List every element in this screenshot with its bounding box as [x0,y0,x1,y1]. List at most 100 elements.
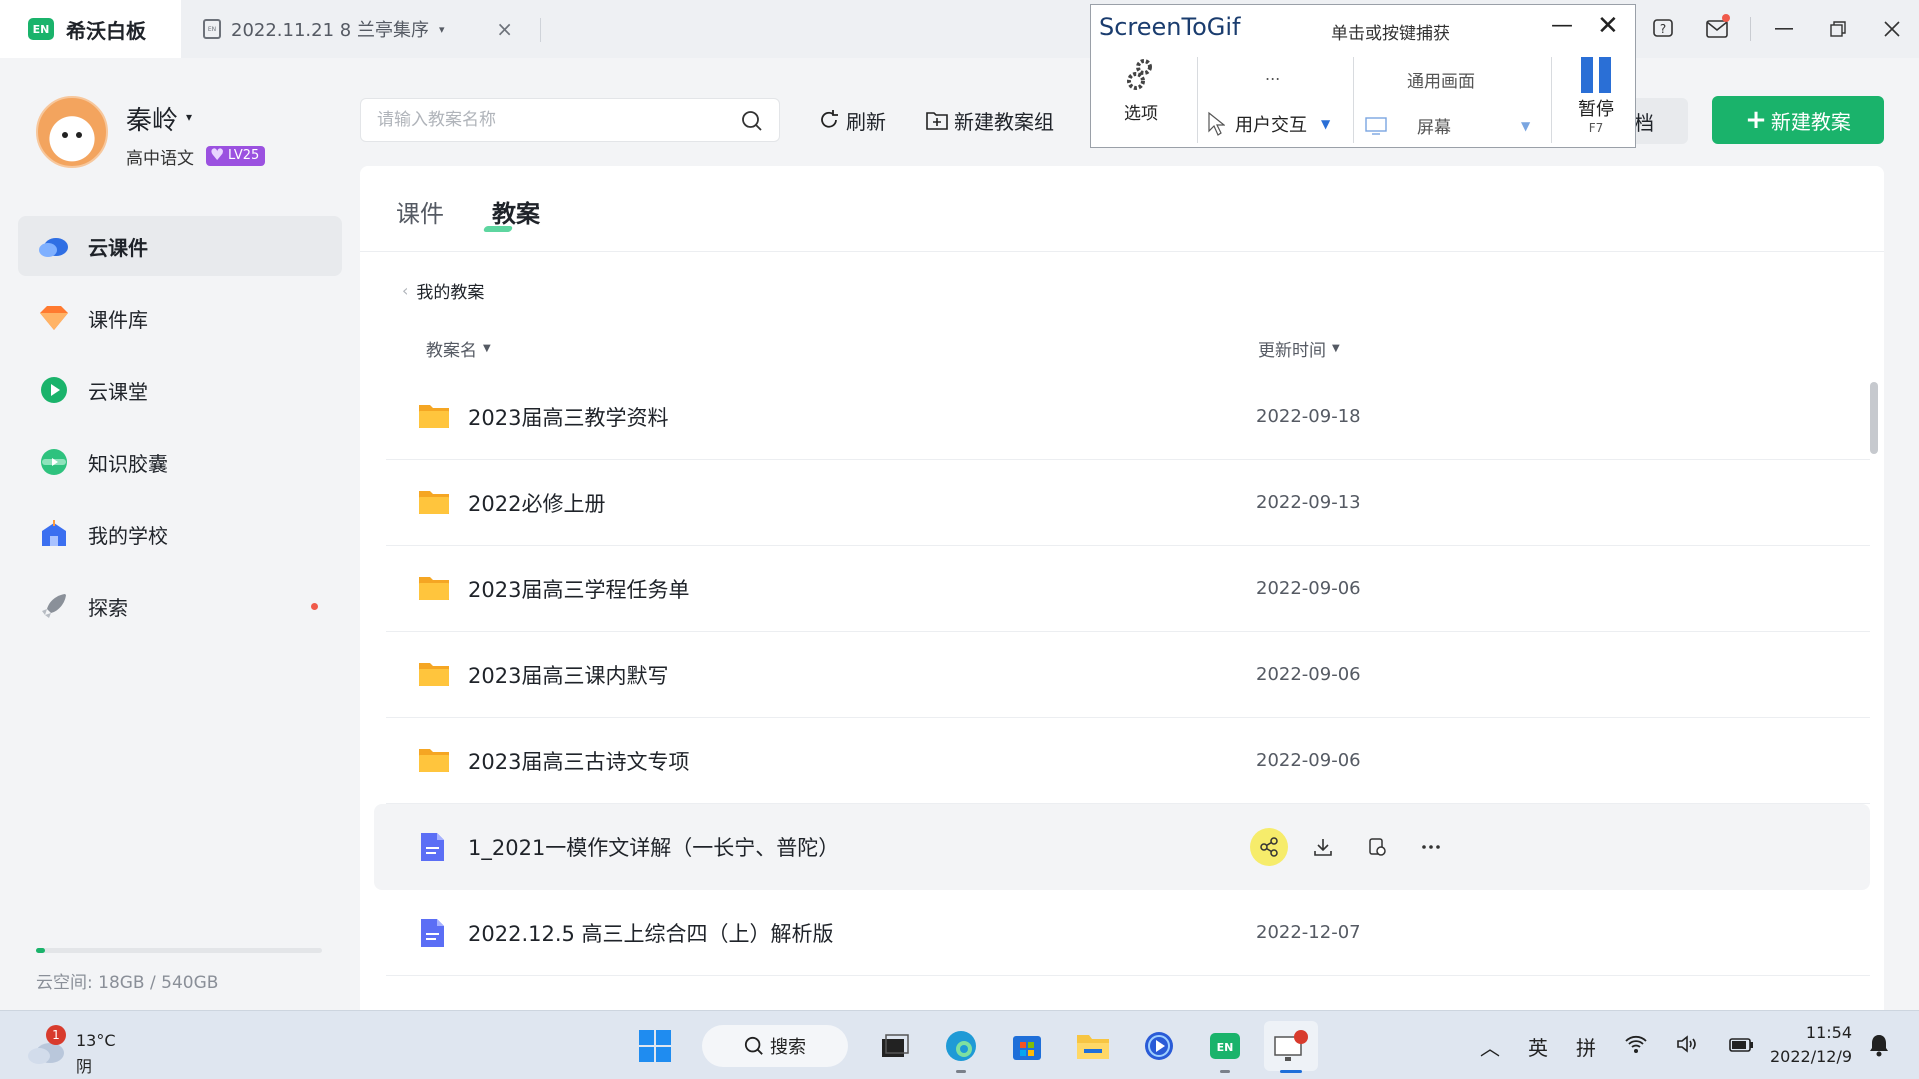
play-icon [1145,1032,1173,1060]
table-row[interactable]: 2023届高三教学资料 2022-09-18 [386,374,1870,460]
search-icon[interactable] [741,110,763,132]
sidebar-item-courseware-library[interactable]: 课件库 [18,288,342,348]
tab-lesson-plans[interactable]: 教案 [492,194,540,229]
scrollbar[interactable] [1870,382,1878,454]
screentogif-taskbar-button[interactable] [1264,1021,1318,1073]
caret-down-icon[interactable]: ▾ [439,23,445,36]
capture-area-select[interactable]: 屏幕 ▼ [1365,113,1530,138]
weather-badge: 1 [46,1025,66,1045]
row-name: 2023届高三学程任务单 [468,577,690,602]
task-view-icon [882,1034,909,1057]
start-button[interactable] [628,1021,682,1071]
copy-link-button[interactable] [1358,828,1396,866]
sidebar-item-my-school[interactable]: 我的学校 [18,504,342,564]
edge-browser-button[interactable] [934,1021,988,1073]
window-controls: ? [1636,0,1919,58]
caret-down-icon: ▼ [1332,343,1340,354]
table-row[interactable]: 1_2021一模作文详解（一长宁、普陀） [374,804,1870,890]
capture-area-label: 屏幕 [1417,118,1451,138]
system-clock[interactable]: 11:54 2022/12/9 [1770,1021,1852,1069]
battery-icon[interactable] [1728,1034,1754,1059]
refresh-button[interactable]: 刷新 [818,104,886,136]
storage-bar-fill [36,948,46,953]
notification-center-icon[interactable] [1868,1033,1890,1061]
share-button[interactable] [1250,828,1288,866]
ime-mode[interactable]: 拼 [1576,1032,1596,1061]
ime-language[interactable]: 英 [1528,1032,1548,1061]
row-date: 2022-09-18 [1256,406,1361,427]
table-row[interactable]: 2023届高三古诗文专项 2022-09-06 [386,718,1870,804]
gear-icon [1127,59,1152,90]
more-icon [1422,845,1440,849]
taskbar-apps: 搜索 EN [628,1021,1330,1073]
weather-widget[interactable]: 1 13°C 阴 [26,1025,136,1076]
sidebar-item-cloud-classroom[interactable]: 云课堂 [18,360,342,420]
row-name: 2023届高三教学资料 [468,405,669,430]
media-player-button[interactable] [1132,1021,1186,1071]
table-row[interactable]: 2022.12.5 高三上综合四（上）解析版 2022-12-07 [386,890,1870,976]
file-explorer-button[interactable] [1066,1021,1120,1071]
wifi-icon[interactable] [1624,1034,1648,1059]
row-name: 2023届高三课内默写 [468,663,669,688]
row-actions [1250,828,1466,866]
minimize-icon[interactable]: — [1551,13,1573,38]
close-tab-button[interactable]: × [496,17,513,41]
breadcrumb[interactable]: ‹ 我的教案 [402,278,484,303]
close-icon[interactable]: ✕ [1597,11,1619,41]
sidebar: 秦岭 ▾ 高中语文 LV25 云课件 课件库 云课堂 知识胶囊 [0,58,360,1010]
download-button[interactable] [1304,828,1342,866]
svg-text:?: ? [1660,22,1666,36]
sidebar-item-explore[interactable]: 探索 [18,576,342,636]
sidebar-item-label: 课件库 [88,307,148,332]
tab-courseware[interactable]: 课件 [396,194,444,229]
seewo-whiteboard-button[interactable]: EN [1198,1021,1252,1073]
options-button[interactable]: 选项 [1111,57,1171,124]
chevron-left-icon[interactable]: ‹ [402,281,408,300]
row-date: 2022-09-06 [1256,750,1361,771]
app-tab[interactable]: EN 希沃白板 [0,0,181,58]
show-hidden-icons-icon[interactable]: ︿ [1480,1032,1500,1061]
sidebar-item-label: 探索 [88,595,128,620]
restore-icon[interactable] [1811,0,1865,58]
document-tab[interactable]: EN 2022.11.21 8 兰亭集序 ▾ × [181,0,541,58]
sidebar-item-knowledge-capsule[interactable]: 知识胶囊 [18,432,342,492]
table-row[interactable]: 2022必修上册 2022-09-13 [386,460,1870,546]
search-input[interactable] [377,99,717,141]
task-view-button[interactable] [868,1021,922,1071]
sidebar-nav: 云课件 课件库 云课堂 知识胶囊 我的学校 探索 [18,216,342,648]
sidebar-item-cloud-courseware[interactable]: 云课件 [18,216,342,276]
row-name: 1_2021一模作文详解（一长宁、普陀） [468,836,840,860]
caret-down-icon: ▼ [1321,117,1331,131]
column-header-updated[interactable]: 更新时间 ▼ [1258,336,1340,361]
column-header-name[interactable]: 教案名 ▼ [426,336,491,361]
table-row[interactable]: 2023届高三学程任务单 2022-09-06 [386,546,1870,632]
search-icon [744,1036,763,1055]
table-row[interactable]: 2023届高三课内默写 2022-09-06 [386,632,1870,718]
plus-icon: + [1745,105,1767,135]
pause-button[interactable]: 暂停 F7 [1569,57,1623,135]
sidebar-item-label: 我的学校 [88,523,168,548]
pause-shortcut: F7 [1588,121,1604,135]
caret-down-icon: ▼ [1521,118,1531,133]
help-icon[interactable]: ? [1636,0,1690,58]
caret-down-icon: ▼ [483,343,491,354]
close-window-icon[interactable] [1865,0,1919,58]
storage-bar [36,948,322,953]
minimize-icon[interactable] [1757,0,1811,58]
document-icon [418,832,450,861]
taskbar-search[interactable]: 搜索 [702,1025,848,1067]
avatar[interactable] [36,96,108,168]
new-group-button[interactable]: 新建教案组 [926,104,1054,136]
taskbar: 1 13°C 阴 搜索 EN ︿ 英 拼 11:54 2022/12/9 [0,1010,1919,1079]
more-button[interactable] [1412,828,1450,866]
caret-down-icon[interactable]: ▾ [186,110,192,124]
store-button[interactable] [1000,1021,1054,1071]
new-lesson-plan-button[interactable]: + 新建教案 [1712,96,1884,144]
windows-icon [639,1030,671,1062]
volume-icon[interactable] [1676,1034,1700,1059]
capture-mode-select[interactable]: 用户交互 ▼ [1207,111,1330,137]
seewo-icon: EN [1210,1033,1240,1059]
mail-icon[interactable] [1690,0,1744,58]
active-indicator [1280,1070,1302,1073]
user-name[interactable]: 秦岭 [126,100,178,137]
